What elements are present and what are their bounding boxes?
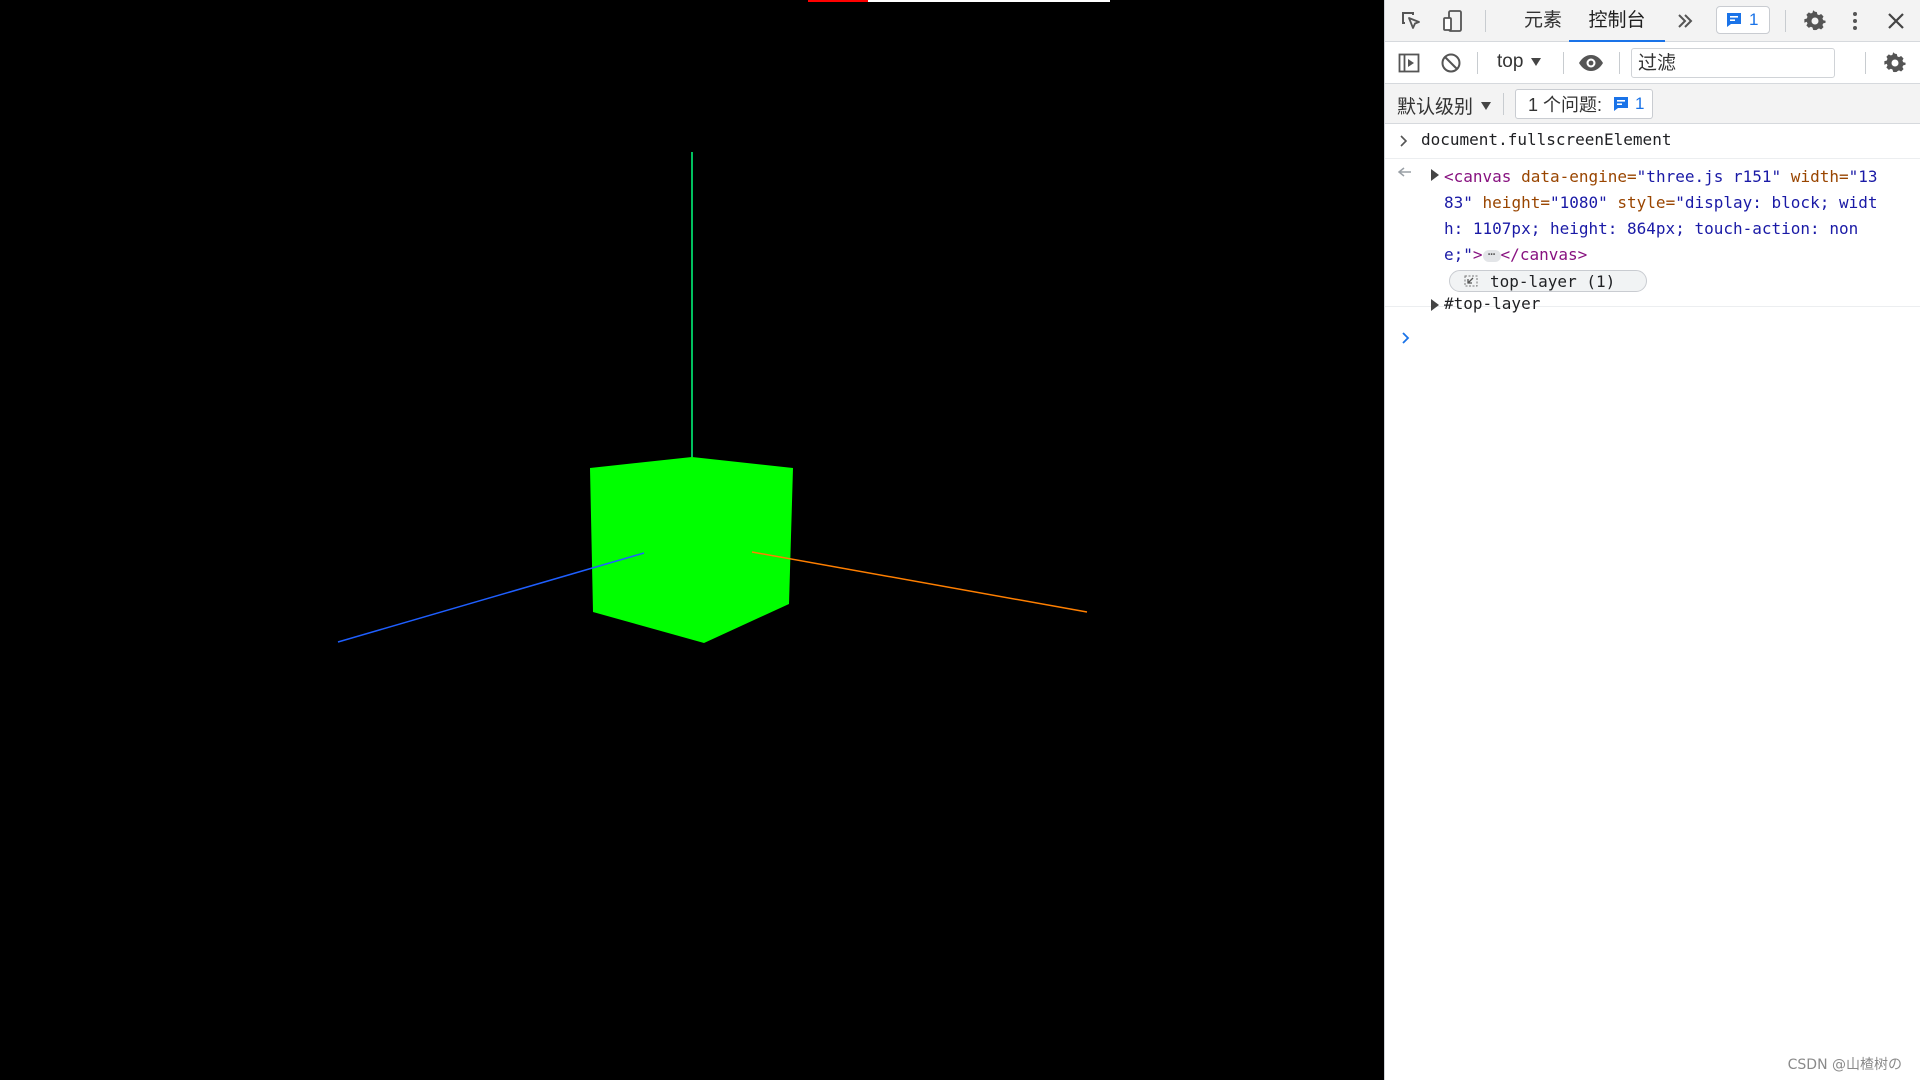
issues-icon (1727, 13, 1741, 27)
attr-name: height= (1472, 193, 1550, 212)
console-output: document.fullscreenElement <canvas data-… (1385, 124, 1920, 1080)
inspect-icon[interactable] (1399, 9, 1423, 33)
chevron-down-icon (1481, 101, 1492, 110)
devtools-tabbar: 元素 控制台 1 (1385, 0, 1920, 42)
expand-triangle-icon[interactable] (1431, 299, 1439, 311)
attr-name: data-engine= (1511, 167, 1637, 186)
chevron-down-icon (1531, 58, 1542, 66)
console-result-row: <canvas data-engine="three.js r151" widt… (1385, 158, 1920, 307)
watermark: CSDN @山楂树の (1787, 1057, 1902, 1073)
console-command-text: document.fullscreenElement (1421, 130, 1672, 149)
log-level-select[interactable]: 默认级别 (1397, 92, 1492, 119)
green-cube (590, 457, 793, 643)
devtools-panel: 元素 控制台 1 top 过滤 默认级别 1 个问题: 1 document.f… (1384, 0, 1920, 1080)
expand-triangle-icon[interactable] (1431, 169, 1439, 181)
device-toggle-icon[interactable] (1441, 9, 1465, 33)
issues-badge[interactable]: 1 (1716, 6, 1770, 34)
axis-x-line (751, 551, 1088, 613)
attr-value: "three.js r151" (1636, 167, 1782, 186)
close-icon[interactable] (1885, 10, 1907, 32)
context-select[interactable]: top (1497, 51, 1542, 73)
scene-svg (337, 152, 1088, 643)
context-select-value: top (1497, 51, 1524, 72)
toolbar-separator (1865, 52, 1866, 74)
issues-button-count: 1 (1612, 94, 1644, 114)
filter-input[interactable] (1631, 48, 1835, 78)
issues-icon (1614, 97, 1629, 111)
toolbar-separator (1503, 93, 1504, 115)
top-layer-chip-label: top-layer (1) (1490, 271, 1616, 291)
attr-name: style= (1607, 193, 1676, 212)
tag-gt: > (1472, 245, 1483, 264)
issues-count-text: 1 (1635, 94, 1645, 113)
clear-console-icon[interactable] (1439, 51, 1463, 75)
attr-name: width= (1781, 167, 1849, 186)
console-settings-icon[interactable] (1883, 51, 1907, 75)
console-command-row: document.fullscreenElement (1385, 124, 1920, 159)
eye-icon[interactable] (1577, 51, 1605, 75)
tag-open: <canvas (1444, 167, 1512, 186)
log-level-value: 默认级别 (1397, 97, 1474, 118)
issues-button[interactable]: 1 个问题: 1 (1515, 89, 1654, 119)
more-tabs-icon[interactable] (1675, 11, 1695, 31)
result-arrow-icon (1397, 167, 1411, 177)
ellipsis-icon[interactable]: ⋯ (1482, 248, 1501, 262)
threejs-canvas[interactable] (0, 0, 1383, 1080)
settings-icon[interactable] (1803, 9, 1827, 33)
toolbar-separator (1785, 10, 1786, 32)
console-toolbar: top (1385, 42, 1920, 84)
sidebar-toggle-icon[interactable] (1397, 51, 1421, 75)
attr-value: "1080" (1549, 193, 1608, 212)
top-layer-node[interactable]: #top-layer (1444, 294, 1540, 313)
tab-console[interactable]: 控制台 (1569, 0, 1665, 42)
canvas-element-node[interactable]: <canvas data-engine="three.js r151" widt… (1444, 164, 1884, 268)
issues-button-label: 1 个问题: (1528, 95, 1603, 115)
toolbar-separator (1477, 52, 1478, 74)
toolbar-separator (1485, 10, 1486, 32)
top-layer-chip[interactable]: top-layer (1) (1449, 270, 1647, 292)
issues-badge-count: 1 (1749, 10, 1759, 29)
top-layer-icon (1464, 275, 1478, 287)
toolbar-separator (1563, 52, 1564, 74)
level-toolbar: 默认级别 1 个问题: 1 (1385, 84, 1920, 124)
command-chevron-icon (1400, 135, 1408, 147)
toolbar-separator (1619, 52, 1620, 74)
tag-close: </canvas> (1500, 245, 1588, 264)
console-input-chevron-icon[interactable] (1401, 332, 1411, 344)
more-menu-icon[interactable] (1843, 9, 1867, 33)
